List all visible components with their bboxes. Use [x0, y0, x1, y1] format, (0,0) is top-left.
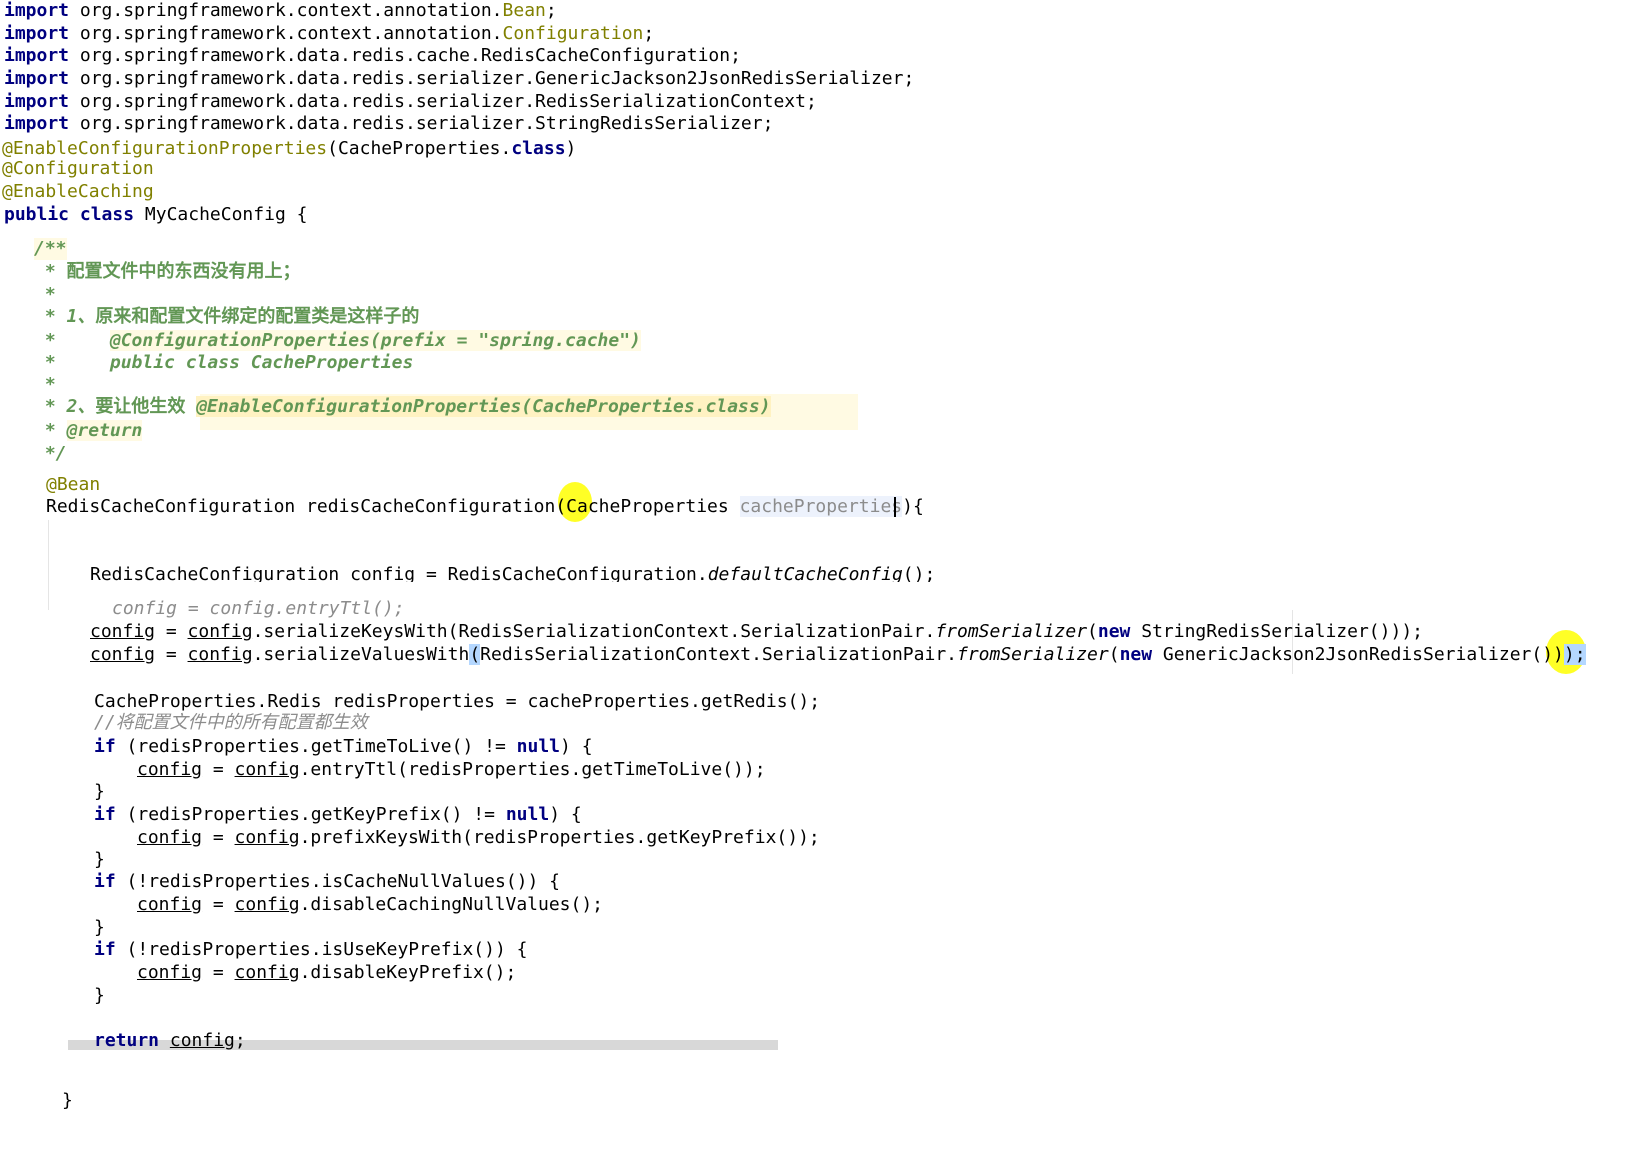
import-line[interactable]: import org.springframework.context.annot…	[4, 0, 557, 22]
code-editor[interactable]: import org.springframework.context.annot…	[0, 0, 1632, 1161]
import-line[interactable]: import org.springframework.context.annot…	[4, 23, 654, 45]
javadoc-line: *	[34, 284, 56, 305]
annotation-line[interactable]: @EnableConfigurationProperties(CacheProp…	[2, 138, 576, 160]
close-brace: }	[94, 985, 105, 1006]
annotation-line[interactable]: @EnableCaching	[2, 181, 154, 203]
code-line[interactable]: if (!redisProperties.isUseKeyPrefix()) {	[94, 939, 528, 961]
javadoc-open: /**	[34, 238, 67, 260]
close-brace: }	[94, 917, 105, 938]
javadoc-line: * @return	[34, 420, 143, 441]
method-signature[interactable]: RedisCacheConfiguration redisCacheConfig…	[46, 496, 924, 518]
code-line[interactable]: config = config.disableKeyPrefix();	[137, 962, 516, 984]
text-caret	[894, 497, 896, 517]
class-declaration[interactable]: public class MyCacheConfig {	[4, 204, 307, 226]
method-close-brace: }	[62, 1090, 73, 1111]
javadoc-line: * @ConfigurationProperties(prefix = "spr…	[34, 330, 641, 351]
import-line[interactable]: import org.springframework.data.redis.se…	[4, 68, 914, 90]
code-line[interactable]: CacheProperties.Redis redisProperties = …	[94, 691, 820, 713]
indent-guide	[48, 520, 49, 610]
import-keyword: import	[4, 45, 70, 66]
code-line[interactable]: RedisCacheConfiguration config = RedisCa…	[90, 564, 935, 582]
javadoc-line: * 配置文件中的东西没有用上；	[34, 261, 301, 282]
unused-parameter[interactable]: cacheProperties	[739, 496, 903, 517]
close-brace: }	[94, 781, 105, 802]
javadoc-line: * public class CacheProperties	[34, 352, 414, 373]
code-line[interactable]: config = config.prefixKeysWith(redisProp…	[137, 827, 820, 849]
code-line[interactable]: if (redisProperties.getTimeToLive() != n…	[94, 736, 593, 758]
return-statement[interactable]: return config;	[94, 1030, 246, 1052]
code-line[interactable]: if (!redisProperties.isCacheNullValues()…	[94, 871, 560, 893]
import-keyword: import	[4, 68, 70, 89]
import-keyword: import	[4, 23, 70, 44]
import-keyword: import	[4, 113, 70, 134]
commented-code-line[interactable]: config = config.entryTtl();	[112, 598, 405, 620]
code-line[interactable]: if (redisProperties.getKeyPrefix() != nu…	[94, 804, 582, 826]
code-line[interactable]: config = config.entryTtl(redisProperties…	[137, 759, 766, 781]
code-line[interactable]: config = config.serializeKeysWith(RedisS…	[90, 621, 1423, 643]
javadoc-line: * 2、要让他生效 @EnableConfigurationProperties…	[34, 396, 771, 417]
javadoc-line: * 1、原来和配置文件绑定的配置类是这样子的	[34, 306, 420, 327]
import-line[interactable]: import org.springframework.data.redis.se…	[4, 91, 817, 113]
line-comment: //将配置文件中的所有配置都生效	[94, 712, 368, 733]
close-brace: }	[94, 849, 105, 870]
code-line[interactable]: config = config.serializeValuesWith(Redi…	[90, 644, 1586, 666]
import-keyword: import	[4, 91, 70, 112]
import-line[interactable]: import org.springframework.data.redis.se…	[4, 113, 773, 135]
import-line[interactable]: import org.springframework.data.redis.ca…	[4, 45, 741, 67]
import-keyword: import	[4, 0, 70, 21]
code-line[interactable]: config = config.disableCachingNullValues…	[137, 894, 603, 916]
annotation-line[interactable]: @Configuration	[2, 158, 154, 180]
javadoc-line: *	[34, 374, 56, 395]
bean-annotation[interactable]: @Bean	[46, 474, 100, 496]
javadoc-close: */	[34, 443, 67, 464]
